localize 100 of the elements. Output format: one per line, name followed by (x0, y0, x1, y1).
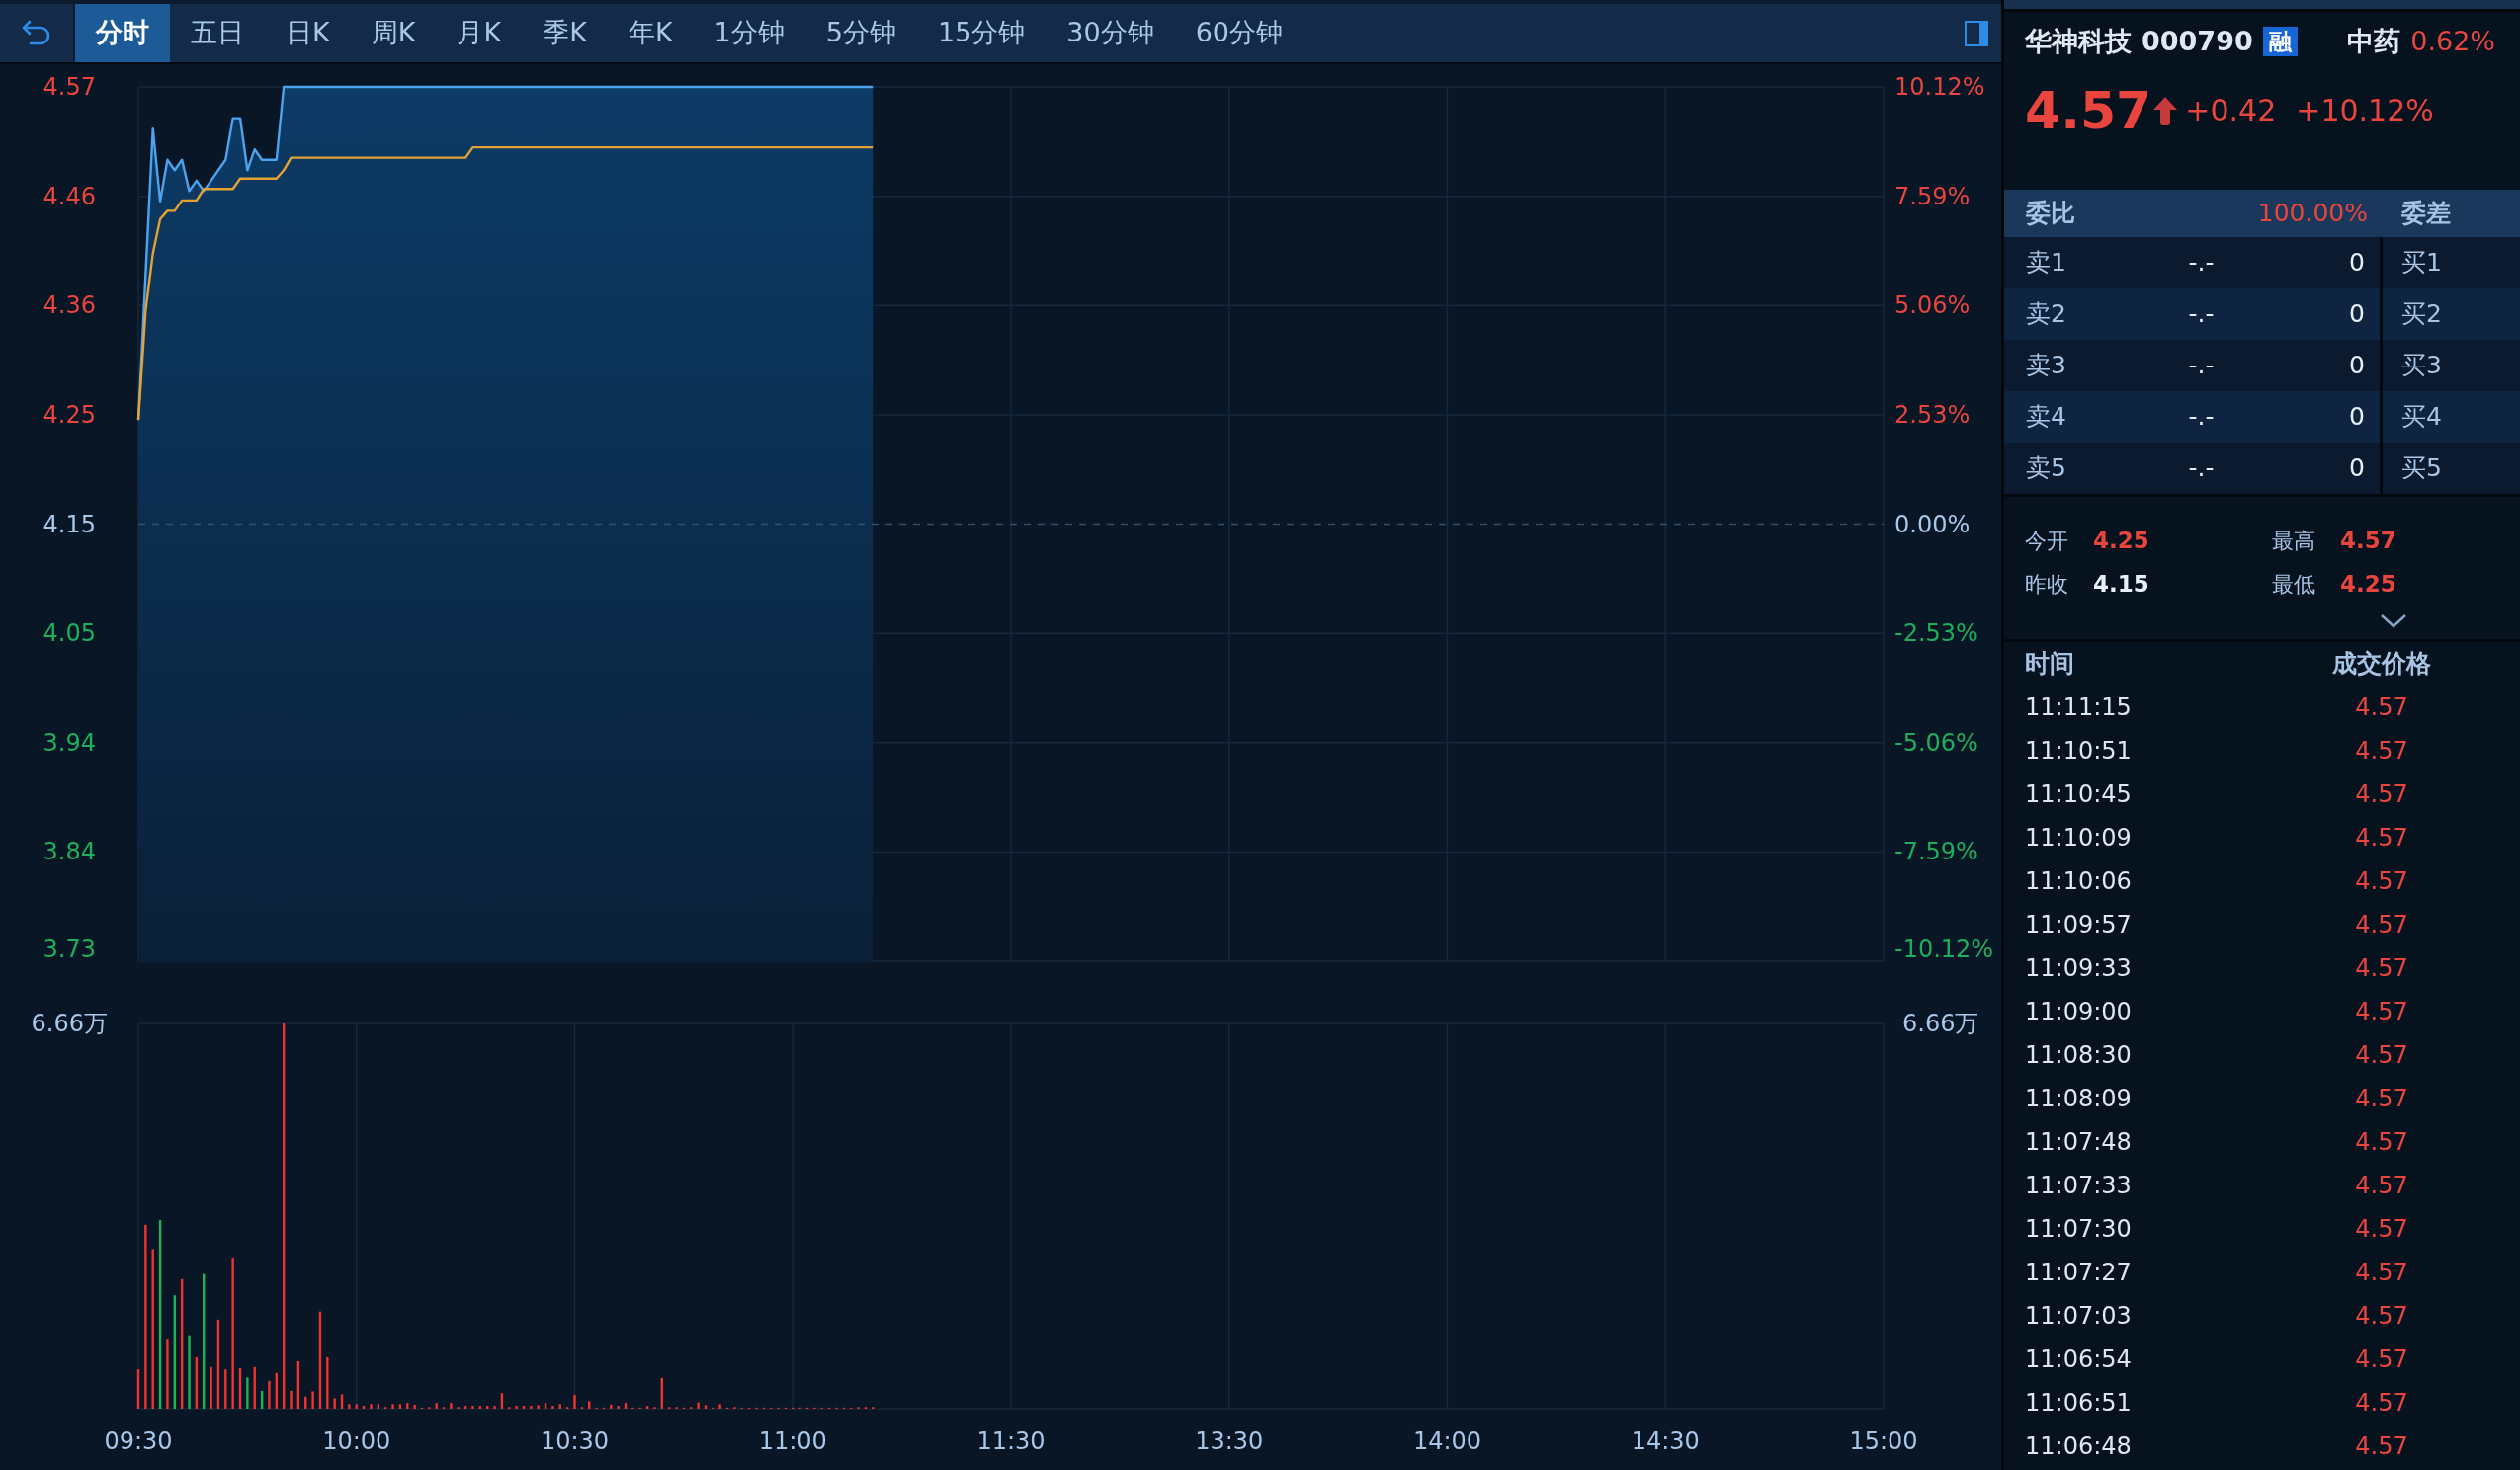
tab[interactable]: 30分钟 (1046, 4, 1175, 62)
time-axis-label: 14:30 (1631, 1428, 1700, 1455)
volume-bar (355, 1404, 358, 1409)
ask-label: 卖1 (2026, 248, 2067, 278)
volume-bar (573, 1394, 576, 1409)
price-axis-label: 3.84 (42, 838, 96, 866)
volume-bar (645, 1406, 649, 1409)
sector-change: 0.62% (2410, 25, 2495, 58)
bid-label: 买2 (2400, 299, 2442, 329)
volume-bar (697, 1402, 700, 1409)
tab[interactable]: 5分钟 (804, 4, 917, 62)
percent-axis-label: 10.12% (1894, 73, 1985, 101)
volume-bar (718, 1404, 721, 1409)
volume-bar (290, 1390, 293, 1409)
tab[interactable]: 分时 (75, 4, 170, 62)
tab[interactable]: 年K (607, 4, 694, 62)
bid-label: 买3 (2400, 351, 2442, 380)
price-axis-label: 4.15 (42, 510, 96, 538)
volume-bar (544, 1403, 547, 1409)
volume-bar (530, 1406, 533, 1409)
ask-label: 卖5 (2026, 453, 2067, 483)
price-axis-label: 4.05 (42, 619, 96, 648)
price-change-percent: +10.12% (2296, 93, 2434, 128)
volume-bar (413, 1404, 416, 1409)
tab[interactable]: 日K (265, 4, 351, 62)
tab[interactable]: 1分钟 (693, 4, 805, 62)
ask-label: 卖4 (2026, 402, 2067, 432)
ask-price: -.- (2187, 453, 2216, 483)
column-header: 时间 (2025, 649, 2074, 679)
volume-axis-label: 6.66万 (1902, 1010, 1979, 1037)
volume-bar (275, 1372, 278, 1409)
price-axis-label: 4.57 (42, 73, 96, 101)
volume-bar (478, 1406, 482, 1409)
volume-bar (537, 1405, 540, 1409)
time-axis-label: 09:30 (104, 1428, 173, 1455)
volume-bar (166, 1339, 169, 1409)
stock-name: 华神科技 (2025, 25, 2132, 58)
trade-price: 4.57 (2355, 1040, 2408, 1070)
volume-bar (450, 1403, 453, 1409)
volume-bar (435, 1403, 438, 1409)
percent-axis-label: -2.53% (1894, 619, 1978, 648)
margin-trading-badge: 融 (2262, 26, 2298, 57)
percent-axis-label: 5.06% (1894, 291, 1971, 320)
ask-price: -.- (2187, 351, 2216, 380)
volume-bar (377, 1404, 380, 1409)
trade-time: 11:08:30 (2025, 1040, 2132, 1070)
volume-bar (304, 1396, 307, 1409)
trade-price: 4.57 (2355, 1084, 2408, 1113)
volume-bar (268, 1380, 271, 1409)
return-arrow-icon[interactable] (22, 19, 51, 47)
tab[interactable]: 五日 (170, 4, 265, 62)
volume-bar (195, 1356, 199, 1409)
trade-price: 4.57 (2355, 693, 2408, 722)
time-axis-label: 15:00 (1849, 1428, 1918, 1455)
ask-volume: 0 (2348, 299, 2366, 329)
sidebar-panel-icon[interactable] (1965, 20, 1988, 46)
price-axis-label: 3.94 (42, 728, 96, 757)
volume-bar (370, 1404, 373, 1409)
trade-price: 4.57 (2355, 997, 2408, 1026)
trade-time: 11:07:48 (2025, 1127, 2132, 1157)
trade-time: 11:10:45 (2025, 779, 2132, 809)
volume-bar (471, 1406, 474, 1409)
time-axis-label: 10:00 (322, 1428, 391, 1455)
ratio-value: 100.00% (2256, 199, 2369, 228)
trade-time: 11:07:27 (2025, 1258, 2132, 1287)
percent-axis-label: 7.59% (1894, 182, 1971, 210)
trade-time: 11:09:00 (2025, 997, 2132, 1026)
tab[interactable]: 季K (522, 4, 608, 62)
sector-name: 中药 (2347, 25, 2401, 58)
tab[interactable]: 60分钟 (1174, 4, 1304, 62)
trade-time: 11:06:48 (2025, 1431, 2132, 1461)
ask-volume: 0 (2348, 351, 2366, 380)
stat-label: 最高 (2272, 528, 2316, 555)
percent-axis-label: 0.00% (1894, 510, 1971, 538)
tab[interactable]: 月K (436, 4, 523, 62)
volume-bar (463, 1406, 467, 1409)
bid-label: 买5 (2400, 453, 2442, 483)
volume-bar (311, 1391, 314, 1409)
volume-bar (333, 1398, 336, 1409)
volume-bar (260, 1390, 264, 1409)
trade-price: 4.57 (2355, 1431, 2408, 1461)
volume-bar (704, 1405, 708, 1409)
trade-price: 4.57 (2355, 1258, 2408, 1287)
time-axis-label: 13:30 (1195, 1428, 1264, 1455)
volume-bar (660, 1377, 663, 1409)
stat-value: 4.15 (2093, 571, 2149, 599)
percent-axis-label: -5.06% (1894, 728, 1978, 757)
time-axis-label: 11:00 (758, 1428, 827, 1455)
tab[interactable]: 周K (350, 4, 437, 62)
volume-bar (136, 1369, 140, 1409)
percent-axis-label: -10.12% (1894, 936, 1994, 963)
volume-bar (500, 1393, 504, 1409)
column-header: 成交价格 (2332, 649, 2431, 679)
bid-label: 买1 (2400, 248, 2442, 278)
price-axis-label: 4.25 (42, 400, 96, 429)
stat-label: 今开 (2025, 528, 2069, 555)
tab[interactable]: 15分钟 (916, 4, 1047, 62)
volume-bar (493, 1406, 496, 1409)
volume-bar (398, 1404, 402, 1409)
chevron-down-icon[interactable] (2380, 613, 2407, 629)
